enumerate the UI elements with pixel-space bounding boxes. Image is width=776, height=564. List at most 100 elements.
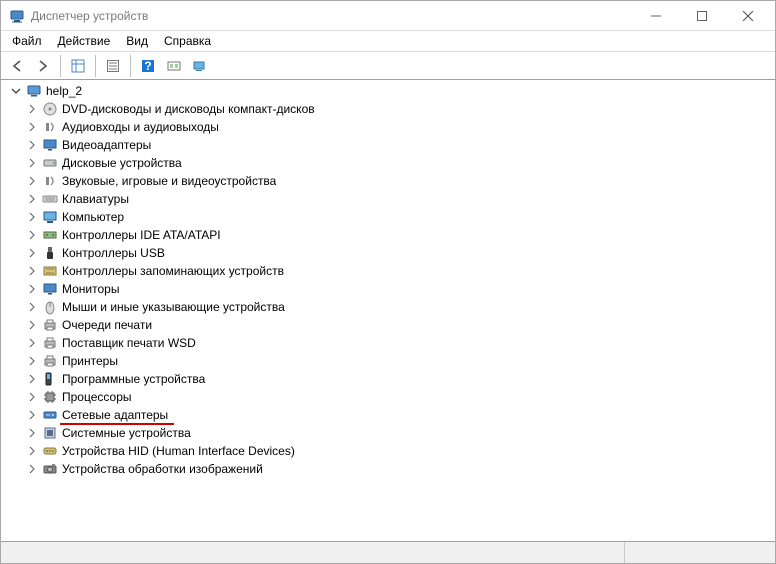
expander-icon[interactable] [25, 192, 39, 206]
tree-category[interactable]: Принтеры [5, 352, 775, 370]
tree-category-label: Устройства обработки изображений [62, 462, 263, 477]
cpu-icon [42, 389, 58, 405]
tree-category[interactable]: Компьютер [5, 208, 775, 226]
toolbar-separator [130, 55, 131, 77]
device-tree[interactable]: help_2 DVD-дисководы и дисководы компакт… [1, 80, 775, 541]
expander-icon[interactable] [25, 102, 39, 116]
expander-icon[interactable] [25, 300, 39, 314]
menu-help[interactable]: Справка [157, 32, 218, 50]
expander-icon[interactable] [25, 246, 39, 260]
hid-icon [42, 443, 58, 459]
tree-category-label: Клавиатуры [62, 192, 129, 207]
tree-category-label: Звуковые, игровые и видеоустройства [62, 174, 276, 189]
tree-category-label: Компьютер [62, 210, 124, 225]
monitor-icon [42, 281, 58, 297]
computer-icon [26, 83, 42, 99]
window-title: Диспетчер устройств [31, 9, 148, 23]
maximize-button[interactable] [679, 1, 725, 31]
expander-icon[interactable] [9, 84, 23, 98]
nav-forward-button[interactable] [31, 54, 55, 78]
tree-category-label: Контроллеры IDE ATA/ATAPI [62, 228, 221, 243]
expander-icon[interactable] [25, 228, 39, 242]
close-button[interactable] [725, 1, 771, 31]
toolbar: ? [1, 52, 775, 80]
tree-category[interactable]: Клавиатуры [5, 190, 775, 208]
expander-icon[interactable] [25, 156, 39, 170]
svg-text:?: ? [144, 59, 151, 73]
tree-category[interactable]: Мыши и иные указывающие устройства [5, 298, 775, 316]
tree-category-label: Мыши и иные указывающие устройства [62, 300, 285, 315]
printq-icon [42, 353, 58, 369]
tree-category[interactable]: Контроллеры IDE ATA/ATAPI [5, 226, 775, 244]
tree-category-label: Процессоры [62, 390, 132, 405]
keyboard-icon [42, 191, 58, 207]
menu-action[interactable]: Действие [51, 32, 118, 50]
tree-category-label: Контроллеры запоминающих устройств [62, 264, 284, 279]
expander-icon[interactable] [25, 174, 39, 188]
audio-icon [42, 119, 58, 135]
minimize-button[interactable] [633, 1, 679, 31]
scan-hardware-button[interactable] [162, 54, 186, 78]
toolbar-separator [95, 55, 96, 77]
tree-category[interactable]: Звуковые, игровые и видеоустройства [5, 172, 775, 190]
tree-category[interactable]: Контроллеры USB [5, 244, 775, 262]
statusbar-cell [625, 542, 775, 563]
printq-icon [42, 317, 58, 333]
titlebar: Диспетчер устройств [1, 1, 775, 31]
toolbar-separator [60, 55, 61, 77]
menu-file[interactable]: Файл [5, 32, 49, 50]
expander-icon[interactable] [25, 462, 39, 476]
disk-icon [42, 155, 58, 171]
audio-icon [42, 173, 58, 189]
expander-icon[interactable] [25, 408, 39, 422]
nav-back-button[interactable] [5, 54, 29, 78]
expander-icon[interactable] [25, 282, 39, 296]
tree-category[interactable]: Программные устройства [5, 370, 775, 388]
tree-category[interactable]: Аудиовходы и аудиовыходы [5, 118, 775, 136]
ide-icon [42, 227, 58, 243]
tree-category-label: Мониторы [62, 282, 119, 297]
expander-icon[interactable] [25, 264, 39, 278]
show-hidden-button[interactable] [188, 54, 212, 78]
expander-icon[interactable] [25, 390, 39, 404]
menu-view[interactable]: Вид [119, 32, 155, 50]
tree-root[interactable]: help_2 [5, 82, 775, 100]
system-icon [42, 425, 58, 441]
expander-icon[interactable] [25, 372, 39, 386]
tree-category[interactable]: Процессоры [5, 388, 775, 406]
expander-icon[interactable] [25, 120, 39, 134]
expander-icon[interactable] [25, 318, 39, 332]
tree-category-label: Системные устройства [62, 426, 191, 441]
show-hide-tree-button[interactable] [66, 54, 90, 78]
help-button[interactable]: ? [136, 54, 160, 78]
tree-category[interactable]: Очереди печати [5, 316, 775, 334]
tree-category[interactable]: Устройства HID (Human Interface Devices) [5, 442, 775, 460]
expander-icon[interactable] [25, 444, 39, 458]
tree-category-label: Контроллеры USB [62, 246, 165, 261]
computer-icon [42, 209, 58, 225]
expander-icon[interactable] [25, 138, 39, 152]
menubar: Файл Действие Вид Справка [1, 31, 775, 52]
tree-category-label: Принтеры [62, 354, 118, 369]
storagectl-icon [42, 263, 58, 279]
properties-button[interactable] [101, 54, 125, 78]
tree-category[interactable]: DVD-дисководы и дисководы компакт-дисков [5, 100, 775, 118]
tree-category[interactable]: Системные устройства [5, 424, 775, 442]
expander-icon[interactable] [25, 210, 39, 224]
tree-category-label: Аудиовходы и аудиовыходы [62, 120, 219, 135]
tree-category[interactable]: Контроллеры запоминающих устройств [5, 262, 775, 280]
tree-category-label: DVD-дисководы и дисководы компакт-дисков [62, 102, 315, 117]
tree-category[interactable]: Поставщик печати WSD [5, 334, 775, 352]
expander-icon[interactable] [25, 354, 39, 368]
tree-category-label: Поставщик печати WSD [62, 336, 196, 351]
tree-category[interactable]: Сетевые адаптеры [5, 406, 775, 424]
expander-icon[interactable] [25, 426, 39, 440]
disc-icon [42, 101, 58, 117]
mouse-icon [42, 299, 58, 315]
tree-category[interactable]: Мониторы [5, 280, 775, 298]
tree-category[interactable]: Видеоадаптеры [5, 136, 775, 154]
tree-category[interactable]: Дисковые устройства [5, 154, 775, 172]
tree-category[interactable]: Устройства обработки изображений [5, 460, 775, 478]
tree-root-label: help_2 [46, 84, 82, 99]
expander-icon[interactable] [25, 336, 39, 350]
